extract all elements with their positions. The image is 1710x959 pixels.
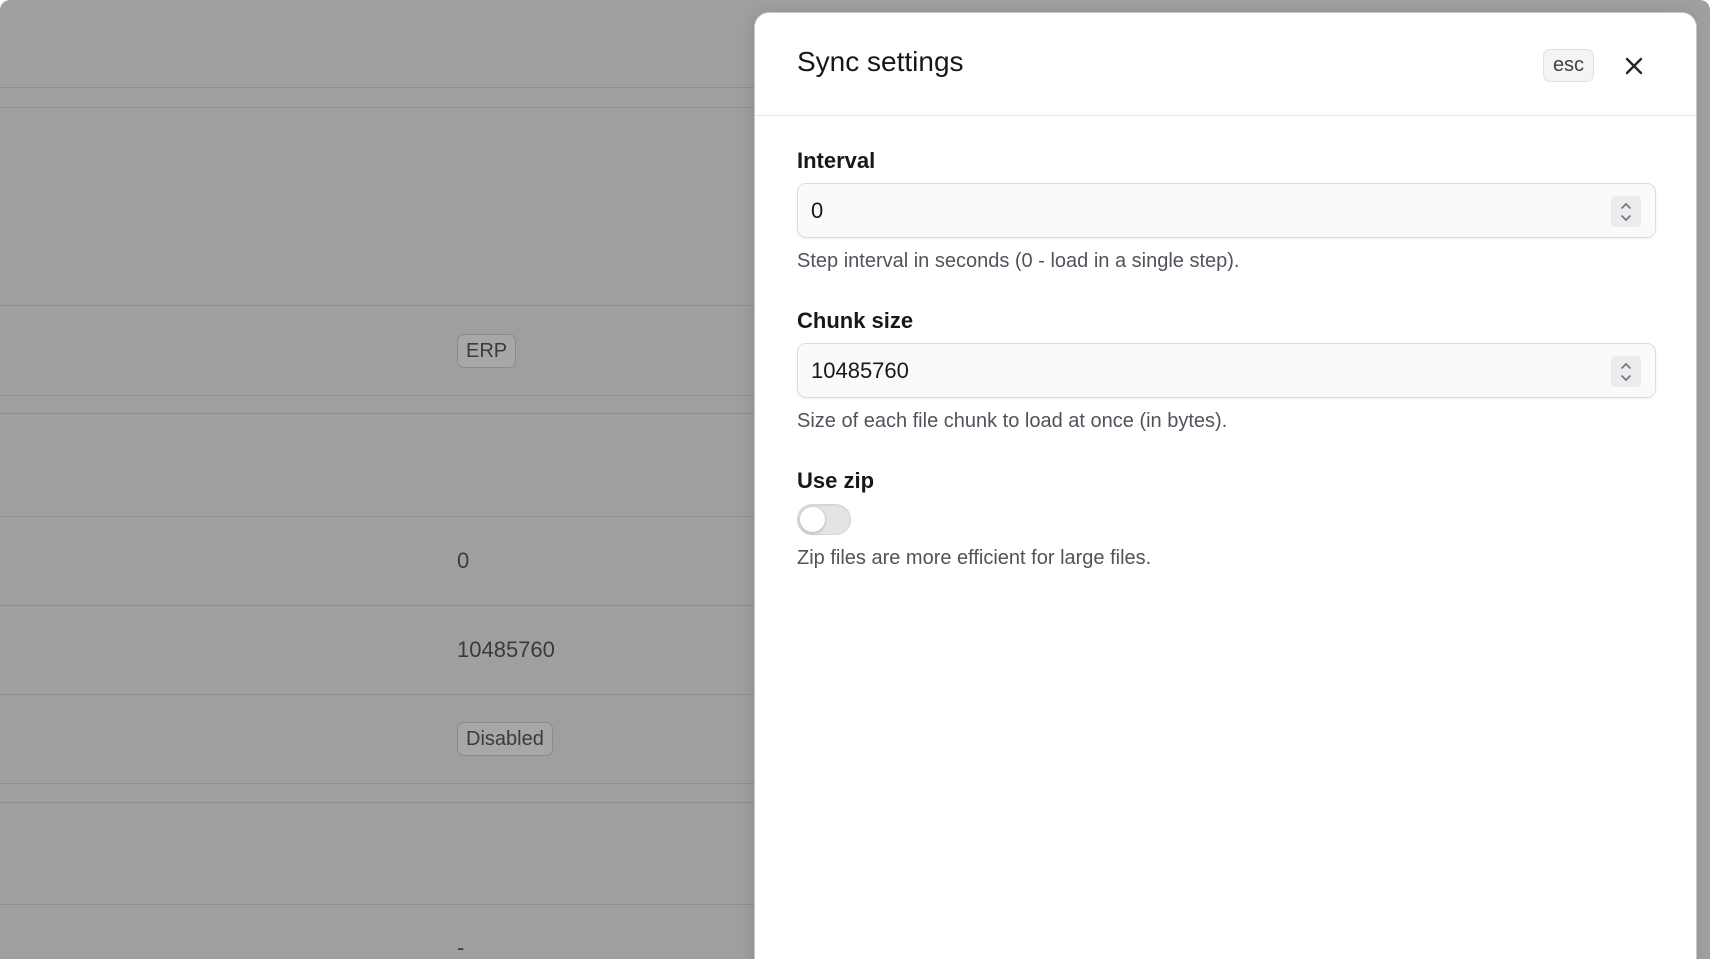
divider [0,516,760,517]
divider [0,605,760,606]
close-icon [1625,57,1643,75]
chunk-size-input[interactable] [798,344,1578,397]
zip-status-badge: Disabled [457,722,553,756]
divider [0,395,760,396]
use-zip-toggle[interactable] [797,504,851,535]
divider [0,87,760,88]
divider [0,107,760,108]
chevron-down-icon [1621,214,1631,221]
chunk-size-value: 10485760 [457,637,555,662]
divider [0,305,760,306]
interval-stepper[interactable] [1611,196,1641,227]
chunk-size-stepper[interactable] [1611,356,1641,387]
chunk-size-input-wrapper [797,343,1656,398]
interval-label: Interval [797,148,876,173]
divider [0,904,760,905]
interval-input[interactable] [798,184,1578,237]
use-zip-label: Use zip [797,468,875,493]
chunk-size-label: Chunk size [797,308,914,333]
divider [0,802,760,803]
app-window: ERP 0 10485760 Disabled - Sync settings … [0,0,1710,959]
divider [0,413,760,414]
drawer-title: Sync settings [797,46,964,77]
interval-help: Step interval in seconds (0 - load in a … [797,250,1240,272]
drawer-header: Sync settings esc [755,13,1696,116]
close-button[interactable] [1617,49,1651,83]
chevron-up-icon [1621,362,1631,369]
chevron-up-icon [1621,202,1631,209]
trailing-value: - [457,935,465,959]
chevron-down-icon [1621,374,1631,381]
interval-input-wrapper [797,183,1656,238]
esc-shortcut-hint: esc [1543,49,1594,82]
interval-value: 0 [457,548,470,573]
chunk-size-help: Size of each file chunk to load at once … [797,410,1228,432]
category-badge: ERP [457,334,517,368]
divider [0,694,760,695]
sync-settings-drawer: Sync settings esc Interval Step interval… [755,13,1696,959]
divider [0,783,760,784]
toggle-knob [800,507,825,532]
use-zip-help: Zip files are more efficient for large f… [797,547,1152,569]
